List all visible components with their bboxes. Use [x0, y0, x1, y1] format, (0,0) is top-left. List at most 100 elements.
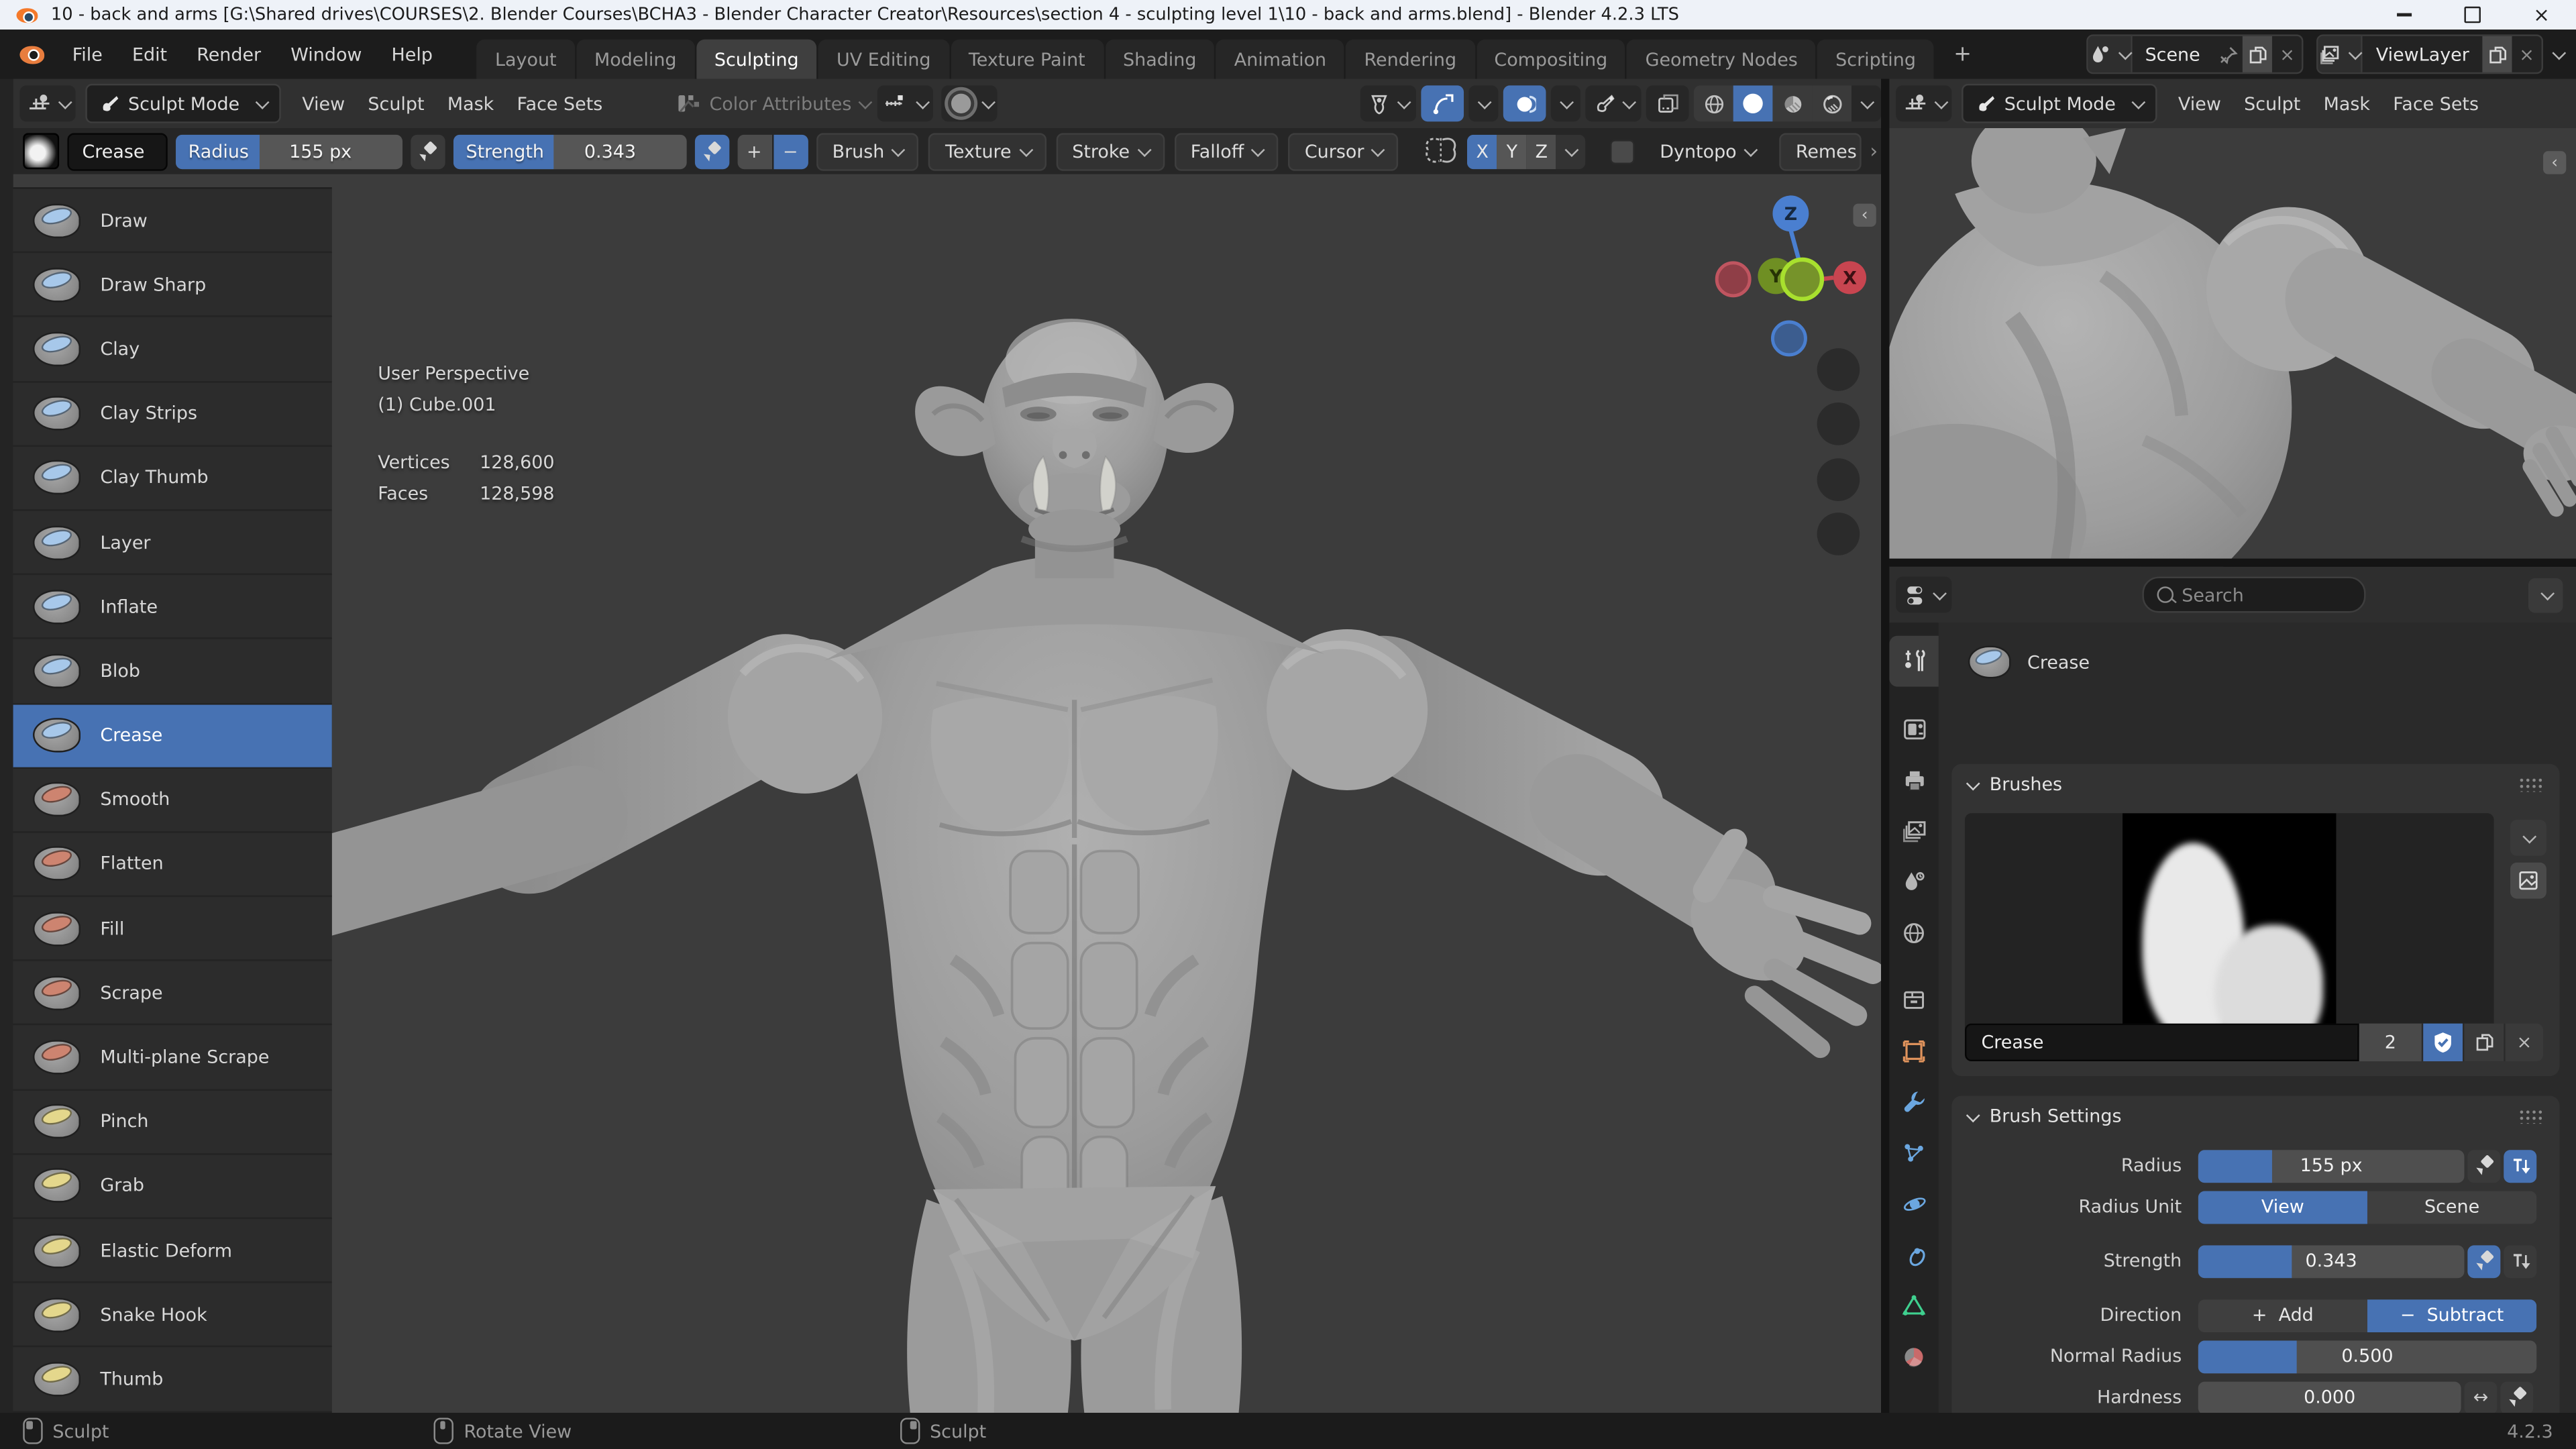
- workspace-tab[interactable]: Compositing: [1476, 40, 1625, 79]
- toolbar-brush-item[interactable]: Blob: [13, 639, 332, 704]
- tool-dropdown[interactable]: Texture: [928, 132, 1046, 170]
- show-overlays-toggle[interactable]: [1503, 85, 1546, 121]
- workspace-tab[interactable]: Sculpting: [696, 40, 817, 79]
- tool-dropdown[interactable]: Falloff: [1174, 132, 1278, 170]
- workspace-tab[interactable]: Animation: [1216, 40, 1344, 79]
- workspace-tab[interactable]: Shading: [1105, 40, 1214, 79]
- menu-item[interactable]: Window: [276, 30, 376, 78]
- hardness-pressure-button[interactable]: [2500, 1381, 2533, 1413]
- workspace-tab[interactable]: Scripting: [1817, 40, 1934, 79]
- normal-radius-slider[interactable]: 0.500: [2198, 1340, 2536, 1373]
- brush-name-field[interactable]: Crease: [67, 132, 166, 170]
- overlays-dropdown[interactable]: [1551, 85, 1580, 121]
- secondary-viewport-3d[interactable]: ‹: [1889, 128, 2576, 567]
- toolbar-brush-item[interactable]: Scrape: [13, 961, 332, 1026]
- navigation-gizmo[interactable]: Z Y X: [1709, 191, 1873, 362]
- new-scene-button[interactable]: [2243, 36, 2272, 72]
- radius-pressure-button[interactable]: [2467, 1149, 2500, 1182]
- tool-dropdown[interactable]: Cursor: [1288, 132, 1399, 170]
- object-visibility-dropdown[interactable]: [1360, 85, 1416, 121]
- close-button[interactable]: ×: [2507, 0, 2576, 30]
- radius-unit-scene-button[interactable]: Scene: [2367, 1190, 2536, 1223]
- blender-menu-icon[interactable]: [19, 45, 44, 63]
- dyntopo-checkbox[interactable]: [1611, 139, 1635, 164]
- viewport-menu-item[interactable]: Face Sets: [505, 93, 614, 114]
- workspace-tab[interactable]: Geometry Nodes: [1627, 40, 1816, 79]
- brush-name-field[interactable]: Crease: [1965, 1024, 2359, 1061]
- symmetry-z-toggle[interactable]: Z: [1527, 134, 1556, 168]
- editor-divider[interactable]: [1889, 559, 2576, 567]
- symmetry-dropdown[interactable]: [1556, 134, 1586, 168]
- scene-browse-button[interactable]: [2088, 36, 2132, 72]
- radius-pressure-button[interactable]: [410, 134, 444, 168]
- viewport-menu-item[interactable]: Mask: [436, 93, 506, 114]
- toolbar-brush-item[interactable]: Flatten: [13, 833, 332, 897]
- toolbar-brush-item[interactable]: Clay Strips: [13, 382, 332, 447]
- toolbar-brush-item[interactable]: Draw: [13, 189, 332, 254]
- brush-preview-gallery[interactable]: [1965, 813, 2494, 1036]
- unlink-brush-button[interactable]: ×: [2504, 1024, 2543, 1061]
- dyntopo-dropdown[interactable]: Dyntopo: [1644, 132, 1771, 170]
- toolbar-brush-item[interactable]: Smooth: [13, 768, 332, 833]
- scene-name[interactable]: Scene: [2132, 44, 2213, 65]
- gizmo-dropdown[interactable]: [1468, 85, 1498, 121]
- toolbar-brush-item[interactable]: Snake Hook: [13, 1283, 332, 1348]
- tab-physics[interactable]: [1889, 1178, 1938, 1229]
- viewport-menu-item[interactable]: Face Sets: [2381, 93, 2490, 114]
- view-layer-browse-button[interactable]: [2318, 36, 2363, 72]
- strength-pressure-button[interactable]: [694, 134, 729, 168]
- mode-selector[interactable]: Sculpt Mode: [85, 84, 280, 123]
- tab-object-data[interactable]: [1889, 1280, 1938, 1331]
- snap-dropdown[interactable]: [878, 85, 934, 121]
- viewport-menu-item[interactable]: View: [290, 93, 356, 114]
- brush-thumbnail[interactable]: [23, 133, 59, 169]
- toolbar-brush-item[interactable]: Multi-plane Scrape: [13, 1026, 332, 1090]
- viewport-menu-item[interactable]: Sculpt: [356, 93, 435, 114]
- properties-search-input[interactable]: Search: [2142, 577, 2365, 613]
- workspace-tab[interactable]: Layout: [477, 40, 574, 79]
- workspace-tab[interactable]: UV Editing: [818, 40, 949, 79]
- toolbar-brush-item[interactable]: Clay: [13, 318, 332, 382]
- symmetry-x-toggle[interactable]: X: [1468, 134, 1497, 168]
- properties-options-dropdown[interactable]: [2528, 578, 2563, 612]
- radius-unit-view-button[interactable]: View: [2198, 1190, 2367, 1223]
- direction-subtract-button[interactable]: −: [773, 134, 807, 168]
- radius-unit-toggle-button[interactable]: [2504, 1149, 2536, 1182]
- workspace-tab[interactable]: Texture Paint: [951, 40, 1104, 79]
- shading-dropdown[interactable]: [1851, 85, 1881, 121]
- brush-settings-header[interactable]: Brush Settings: [1951, 1095, 2559, 1135]
- toolbar-brush-item[interactable]: Elastic Deform: [13, 1219, 332, 1283]
- color-attributes-dropdown[interactable]: Color Attributes: [677, 92, 870, 115]
- toolbar-brush-item[interactable]: Fill: [13, 897, 332, 961]
- zoom-button[interactable]: [1817, 348, 1860, 391]
- tab-material[interactable]: [1889, 1331, 1938, 1382]
- menu-item[interactable]: Edit: [117, 30, 182, 78]
- tab-scene[interactable]: [1889, 856, 1938, 907]
- pin-scene-button[interactable]: [2213, 36, 2243, 72]
- viewport-menu-item[interactable]: Mask: [2312, 93, 2381, 114]
- viewport-menu-item[interactable]: Sculpt: [2233, 93, 2312, 114]
- tool-dropdown[interactable]: Brush: [816, 132, 919, 170]
- strength-slider[interactable]: 0.343: [2198, 1244, 2465, 1277]
- radius-slider[interactable]: 155 px: [2198, 1149, 2465, 1182]
- direction-add-button[interactable]: +: [737, 134, 771, 168]
- strength-slider[interactable]: Strength 0.343: [453, 134, 686, 168]
- tab-object[interactable]: [1889, 1025, 1938, 1076]
- radius-slider[interactable]: Radius 155 px: [175, 134, 402, 168]
- topbar-overflow-chevron-icon[interactable]: [2552, 46, 2566, 60]
- hardness-extremes-button[interactable]: ↔: [2464, 1381, 2497, 1413]
- add-workspace-button[interactable]: +: [1935, 34, 1990, 74]
- duplicate-brush-button[interactable]: [2463, 1024, 2504, 1061]
- tab-collection[interactable]: [1889, 974, 1938, 1025]
- tab-constraints[interactable]: [1889, 1229, 1938, 1280]
- view-layer-name[interactable]: ViewLayer: [2363, 44, 2482, 65]
- direction-subtract-button[interactable]: − Subtract: [2367, 1299, 2536, 1332]
- menu-item[interactable]: Help: [377, 30, 447, 78]
- annotation-pen-dropdown[interactable]: [1585, 85, 1641, 121]
- header-overflow-arrow[interactable]: ›: [1870, 140, 1878, 162]
- tab-tool[interactable]: [1889, 636, 1938, 687]
- new-view-layer-button[interactable]: [2482, 36, 2512, 72]
- mode-selector[interactable]: Sculpt Mode: [1962, 84, 2157, 123]
- symmetry-y-toggle[interactable]: Y: [1497, 134, 1527, 168]
- shading-wireframe-button[interactable]: [1694, 85, 1733, 121]
